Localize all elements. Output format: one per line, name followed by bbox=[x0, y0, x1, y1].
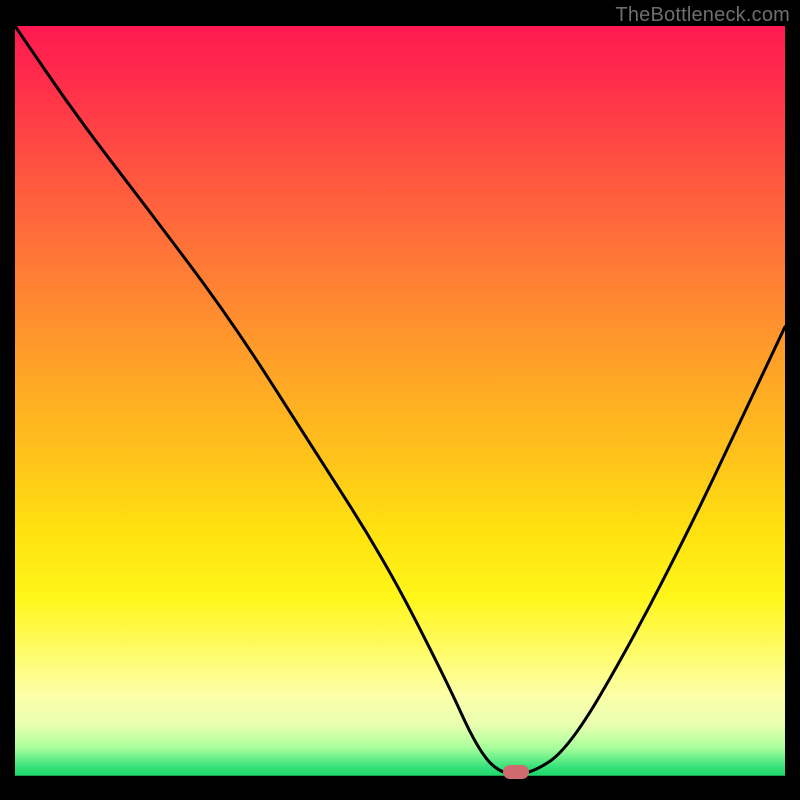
bottleneck-curve-path bbox=[15, 26, 785, 774]
optimal-point-marker bbox=[503, 765, 529, 779]
chart-frame: TheBottleneck.com bbox=[0, 0, 800, 800]
watermark-text: TheBottleneck.com bbox=[615, 4, 790, 27]
bottleneck-curve-svg bbox=[15, 26, 785, 778]
